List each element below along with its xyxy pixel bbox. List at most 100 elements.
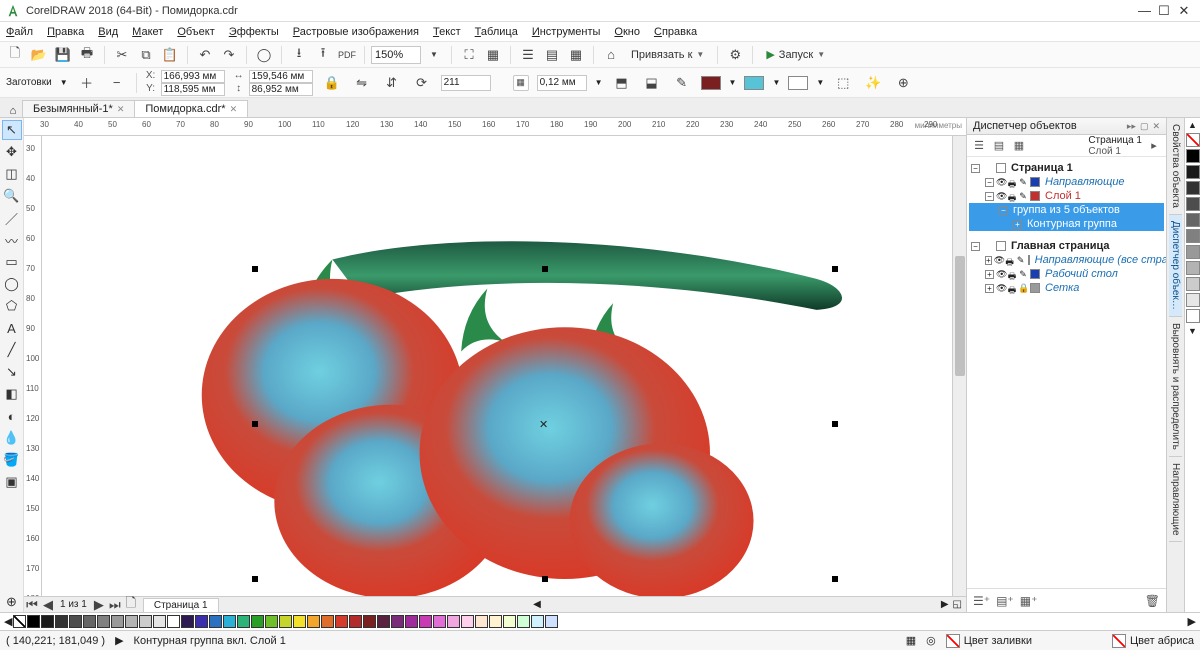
next-page-button[interactable]: ▶ (91, 594, 107, 616)
selection-handle[interactable] (252, 266, 258, 272)
polygon-tool[interactable]: ⬠ (2, 296, 22, 316)
vertical-scrollbar[interactable] (952, 136, 966, 596)
menu-Инструменты[interactable]: Инструменты (532, 26, 601, 38)
options-button[interactable]: ⚙ (724, 44, 746, 66)
color-palette-vertical[interactable]: ▲ ▼ (1184, 118, 1200, 612)
hscroll-left[interactable]: ◀ (533, 599, 541, 610)
navigator-icon[interactable]: ◱ (949, 599, 966, 610)
color-swatch[interactable] (195, 615, 208, 628)
mirror-h-button[interactable]: ⇋ (351, 72, 373, 94)
no-color-swatch[interactable] (1186, 133, 1200, 147)
color-swatch[interactable] (1186, 309, 1200, 323)
color-swatch[interactable] (461, 615, 474, 628)
text-tool[interactable]: A (2, 318, 22, 338)
color-swatch[interactable] (251, 615, 264, 628)
selection-handle[interactable] (832, 421, 838, 427)
to-back-button[interactable]: ⬓ (641, 72, 663, 94)
menu-Растровые изображения[interactable]: Растровые изображения (293, 26, 419, 38)
smartfill-tool[interactable]: ▣ (2, 472, 22, 492)
quick-customize[interactable]: ⊕ (2, 592, 22, 612)
fill-tool[interactable]: 🪣 (2, 450, 22, 470)
eyedropper-tool[interactable]: 💧 (2, 428, 22, 448)
color-swatch[interactable] (293, 615, 306, 628)
palette-down[interactable]: ▼ (1185, 324, 1200, 338)
docker-tab[interactable]: Направляющие (1169, 457, 1182, 543)
aux-color-swatch[interactable] (744, 76, 764, 90)
new-child-button[interactable]: ▦⁺ (1020, 594, 1038, 608)
ellipse-tool[interactable]: ◯ (2, 274, 22, 294)
tree-row[interactable]: −группа из 5 объектов (969, 203, 1164, 217)
menu-Правка[interactable]: Правка (47, 26, 84, 38)
units-selector[interactable]: ▦ (513, 75, 529, 91)
menu-Таблица[interactable]: Таблица (475, 26, 518, 38)
color-swatch[interactable] (125, 615, 138, 628)
zoom-tool[interactable]: 🔍 (2, 186, 22, 206)
rulers-button[interactable]: ▦ (482, 44, 504, 66)
color-swatch[interactable] (433, 615, 446, 628)
color-swatch[interactable] (167, 615, 180, 628)
menu-Вид[interactable]: Вид (98, 26, 118, 38)
doc-tab[interactable]: Безымянный-1*✕ (22, 100, 135, 117)
horizontal-ruler[interactable]: миллиметры 30405060708090100110120130140… (24, 118, 966, 136)
y-coord-field[interactable]: 118,595 мм (161, 83, 225, 96)
welcome-button[interactable]: ⌂ (600, 44, 622, 66)
color-swatch[interactable] (1186, 261, 1200, 275)
palette-up[interactable]: ▲ (1185, 118, 1200, 132)
tree-row[interactable]: −Главная страница (969, 239, 1164, 253)
zoom-dropdown[interactable]: ▼ (423, 44, 445, 66)
add-preset-button[interactable]: ＋ (76, 72, 98, 94)
presets-caret[interactable]: ▼ (60, 78, 68, 87)
color-swatch[interactable] (237, 615, 250, 628)
docker-tab[interactable]: Диспетчер объек… (1169, 215, 1182, 317)
close-tab-icon[interactable]: ✕ (230, 104, 238, 115)
color-swatch[interactable] (181, 615, 194, 628)
selection-handle[interactable] (252, 421, 258, 427)
page-presets-label[interactable]: Заготовки (6, 77, 52, 88)
color-swatch[interactable] (307, 615, 320, 628)
height-field[interactable]: 86,952 мм (249, 83, 313, 96)
color-swatch[interactable] (111, 615, 124, 628)
color-swatch[interactable] (363, 615, 376, 628)
import-button[interactable]: ⭳ (288, 44, 310, 66)
color-swatch[interactable] (545, 615, 558, 628)
color-swatch[interactable] (153, 615, 166, 628)
docker-tab[interactable]: Свойства объекта (1169, 118, 1182, 215)
color-swatch[interactable] (1186, 213, 1200, 227)
snap-to-dropdown[interactable]: Привязать к▼ (624, 44, 711, 66)
drawing-canvas[interactable]: ✕ (42, 136, 952, 596)
close-button[interactable]: ✕ (1174, 1, 1194, 21)
fill-color-swatch[interactable] (701, 76, 721, 90)
color-swatch[interactable] (265, 615, 278, 628)
layer-icon[interactable]: ☰ (971, 138, 987, 154)
doc-tab[interactable]: Помидорка.cdr*✕ (134, 100, 248, 117)
new-doc-button[interactable]: 🗋 (4, 44, 26, 66)
color-swatch[interactable] (1186, 229, 1200, 243)
docker-tab[interactable]: Выровнять и распределить (1169, 317, 1182, 457)
color-swatch[interactable] (377, 615, 390, 628)
artistic-media-tool[interactable]: 〰 (2, 230, 22, 250)
save-button[interactable]: 💾 (52, 44, 74, 66)
color-swatch[interactable] (321, 615, 334, 628)
color-swatch[interactable] (391, 615, 404, 628)
shape-tool[interactable]: ✥ (2, 142, 22, 162)
last-page-button[interactable]: ⏭ (107, 594, 123, 616)
tree-row[interactable]: −👁🖶✎Направляющие (969, 175, 1164, 189)
add-button[interactable]: ⊕ (892, 72, 914, 94)
object-tree[interactable]: −Страница 1−👁🖶✎Направляющие−👁🖶✎Слой 1−гр… (967, 157, 1166, 588)
vertical-ruler[interactable]: 3040506070809010011012013014015016017018… (24, 136, 42, 596)
selection-handle[interactable] (832, 576, 838, 582)
no-color-swatch-h[interactable] (13, 615, 26, 628)
selection-handle[interactable] (542, 266, 548, 272)
menu-Макет[interactable]: Макет (132, 26, 163, 38)
color-swatch[interactable] (97, 615, 110, 628)
print-button[interactable]: 🖶 (76, 44, 98, 66)
tree-row[interactable]: +👁🖶✎Рабочий стол (969, 267, 1164, 281)
x-coord-field[interactable]: 166,993 мм (161, 70, 225, 83)
first-page-button[interactable]: ⏮ (24, 594, 40, 616)
effects-button[interactable]: ✨ (862, 72, 884, 94)
menu-Файл[interactable]: Файл (6, 26, 33, 38)
parallel-dim-tool[interactable]: ╱ (2, 340, 22, 360)
selection-handle[interactable] (832, 266, 838, 272)
page-1-tab[interactable]: Страница 1 (143, 598, 219, 612)
align-button[interactable]: ☰ (517, 44, 539, 66)
